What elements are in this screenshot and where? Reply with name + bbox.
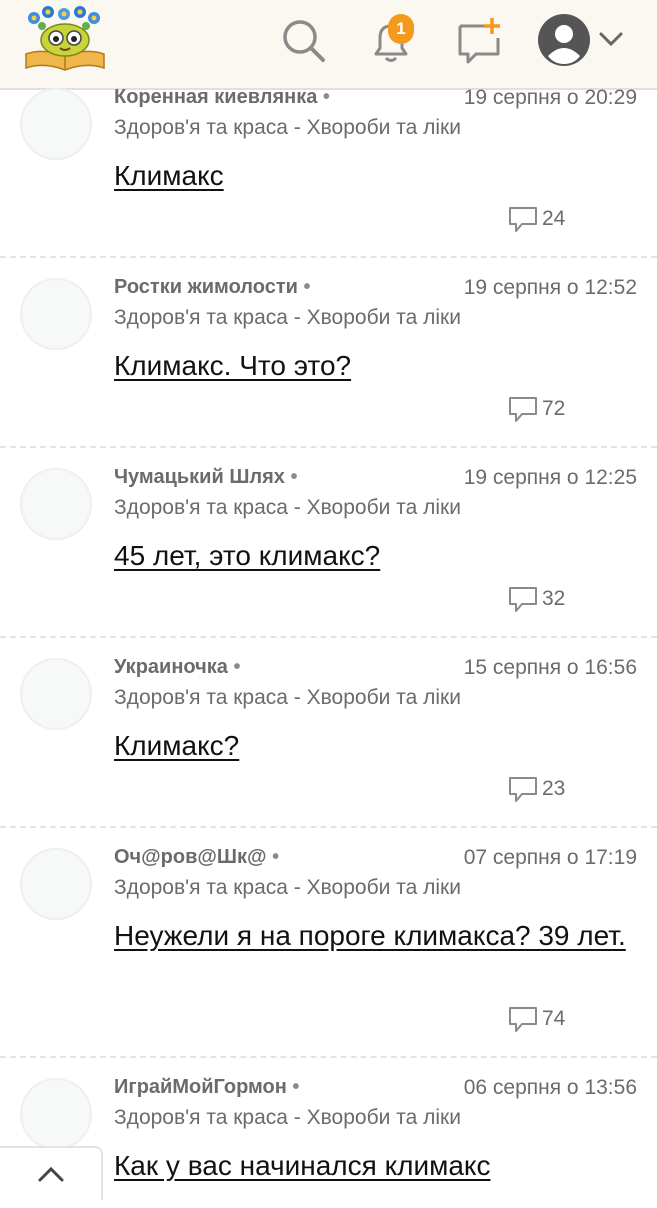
comments-count[interactable]: 74 — [508, 1004, 565, 1034]
scroll-to-top-button[interactable] — [0, 1146, 103, 1200]
notifications-button[interactable]: 1 — [366, 14, 416, 66]
topic-title-link[interactable]: Как у вас начинался климакс — [114, 1146, 634, 1186]
add-post-button[interactable] — [454, 16, 504, 66]
post-category[interactable]: Здоров'я та краса - Хвороби та ліки — [114, 306, 461, 330]
topic-title-link[interactable]: 45 лет, это климакс? — [114, 536, 634, 576]
app-header: 1 — [0, 0, 657, 90]
comment-icon — [509, 777, 537, 802]
list-item: Ростки жимолости • 19 серпня о 12:52 Здо… — [0, 268, 657, 444]
author-name[interactable]: Коренная киевлянка • — [114, 86, 330, 109]
comment-icon — [509, 397, 537, 422]
author-avatar[interactable] — [20, 88, 92, 160]
divider — [0, 636, 657, 638]
comments-number: 32 — [542, 587, 566, 610]
list-item: Украиночка • 15 серпня о 16:56 Здоров'я … — [0, 648, 657, 824]
author-avatar[interactable] — [20, 848, 92, 920]
author-name[interactable]: ИграйМойГормон • — [114, 1076, 299, 1099]
list-item: Оч@ров@Шк@ • 07 серпня о 17:19 Здоров'я … — [0, 838, 657, 1054]
user-avatar-button[interactable] — [536, 12, 592, 68]
comments-count[interactable]: 72 — [508, 394, 565, 424]
comments-count[interactable]: 24 — [508, 204, 565, 234]
topic-title-link[interactable]: Климакс? — [114, 726, 634, 766]
post-category[interactable]: Здоров'я та краса - Хвороби та ліки — [114, 496, 461, 520]
list-item: Коренная киевлянка • 19 серпня о 20:29 З… — [0, 78, 657, 254]
divider — [0, 826, 657, 828]
author-name[interactable]: Оч@ров@Шк@ • — [114, 846, 279, 869]
account-menu-toggle[interactable] — [597, 28, 625, 50]
post-category[interactable]: Здоров'я та краса - Хвороби та ліки — [114, 686, 461, 710]
topic-title-link[interactable]: Неужели я на пороге климакса? 39 лет. — [114, 916, 634, 956]
post-category[interactable]: Здоров'я та краса - Хвороби та ліки — [114, 116, 461, 140]
author-name[interactable]: Ростки жимолости • — [114, 276, 310, 299]
chevron-down-icon — [599, 32, 623, 47]
author-name[interactable]: Украиночка • — [114, 656, 240, 679]
site-logo[interactable] — [22, 4, 108, 74]
comments-count[interactable]: 23 — [508, 774, 565, 804]
comments-number: 23 — [542, 777, 566, 800]
search-icon — [283, 20, 325, 62]
divider — [0, 256, 657, 258]
notification-badge: 1 — [388, 14, 414, 44]
post-date: 15 серпня о 16:56 — [463, 656, 637, 679]
author-avatar[interactable] — [20, 278, 92, 350]
user-avatar-icon — [538, 14, 590, 66]
comment-icon — [509, 1007, 537, 1032]
comments-count[interactable]: 32 — [508, 584, 565, 614]
comment-icon — [509, 587, 537, 612]
comments-number: 72 — [542, 397, 566, 420]
search-button[interactable] — [278, 16, 328, 66]
divider — [0, 1056, 657, 1058]
topic-title-link[interactable]: Климакс. Что это? — [114, 346, 634, 386]
post-category[interactable]: Здоров'я та краса - Хвороби та ліки — [114, 1106, 461, 1130]
post-date: 19 серпня о 12:25 — [463, 466, 637, 489]
chevron-up-icon — [38, 1166, 63, 1182]
comments-number: 24 — [542, 207, 566, 230]
divider — [0, 446, 657, 448]
author-avatar[interactable] — [20, 468, 92, 540]
comment-icon — [509, 207, 537, 232]
post-date: 19 серпня о 12:52 — [463, 276, 637, 299]
post-date: 06 серпня о 13:56 — [463, 1076, 637, 1099]
author-avatar[interactable] — [20, 1078, 92, 1150]
list-item: Чумацький Шлях • 19 серпня о 12:25 Здоро… — [0, 458, 657, 634]
topic-title-link[interactable]: Климакс — [114, 156, 634, 196]
author-avatar[interactable] — [20, 658, 92, 730]
post-date: 07 серпня о 17:19 — [463, 846, 637, 869]
add-post-icon — [458, 18, 500, 64]
post-date: 19 серпня о 20:29 — [463, 86, 637, 109]
post-category[interactable]: Здоров'я та краса - Хвороби та ліки — [114, 876, 461, 900]
comments-number: 74 — [542, 1007, 566, 1030]
author-name[interactable]: Чумацький Шлях • — [114, 466, 298, 489]
